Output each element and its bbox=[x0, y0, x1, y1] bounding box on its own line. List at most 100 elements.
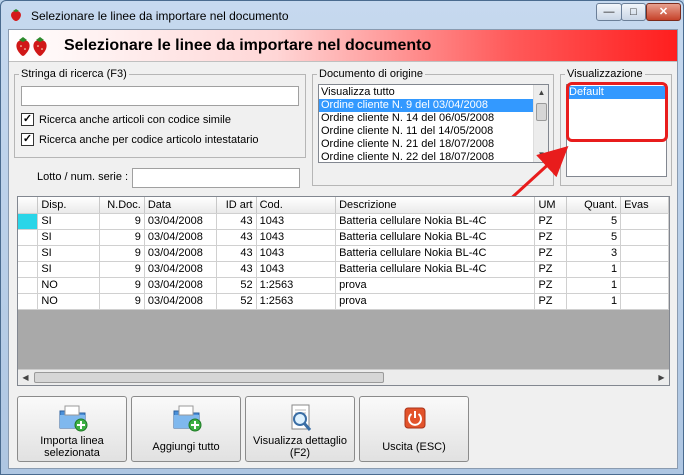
table-cell: 52 bbox=[216, 277, 257, 294]
scroll-left-icon[interactable]: ◀ bbox=[18, 370, 33, 385]
column-header[interactable]: ID art bbox=[216, 197, 257, 214]
lines-table: Disp. N.Doc. Data ID art Cod. Descrizione UM Qu… bbox=[18, 197, 669, 310]
origin-list-item[interactable]: Ordine cliente N. 22 del 18/07/2008 bbox=[319, 151, 548, 162]
table-cell: 5 bbox=[566, 229, 622, 246]
origin-document-list[interactable]: Visualizza tutto Ordine cliente N. 9 del … bbox=[318, 84, 549, 163]
close-icon: ✕ bbox=[658, 6, 669, 18]
row-indicator bbox=[18, 229, 39, 246]
table-cell: 43 bbox=[216, 229, 257, 246]
search-input[interactable] bbox=[21, 86, 299, 106]
table-cell: 52 bbox=[216, 293, 257, 310]
table-cell: 9 bbox=[99, 229, 145, 246]
scroll-right-icon[interactable]: ▶ bbox=[654, 370, 669, 385]
column-header[interactable]: UM bbox=[534, 197, 568, 214]
table-cell: 03/04/2008 bbox=[144, 229, 217, 246]
table-cell: SI bbox=[37, 229, 100, 246]
strawberry-icon bbox=[11, 9, 21, 21]
dialog-body: Selezionare le linee da importare nel do… bbox=[8, 29, 678, 469]
origin-document-label: Documento di origine bbox=[319, 68, 423, 80]
table-cell: 43 bbox=[216, 261, 257, 278]
table-cell: 43 bbox=[216, 245, 257, 262]
lines-grid[interactable]: Disp. N.Doc. Data ID art Cod. Descrizione UM Qu… bbox=[17, 196, 670, 386]
table-cell: 1043 bbox=[256, 245, 337, 262]
main-window: Selezionare le linee da importare nel do… bbox=[0, 0, 684, 475]
grid-horizontal-scrollbar[interactable]: ◀ ▶ bbox=[18, 369, 669, 385]
table-cell: 9 bbox=[99, 261, 145, 278]
minimize-icon: — bbox=[603, 6, 615, 18]
exit-label: Uscita (ESC) bbox=[382, 441, 446, 453]
table-cell bbox=[620, 261, 669, 278]
holder-code-checkbox[interactable]: ✓ bbox=[21, 133, 34, 146]
holder-code-option[interactable]: ✓ Ricerca anche per codice articolo inte… bbox=[21, 133, 259, 146]
table-cell: prova bbox=[335, 293, 536, 310]
holder-code-label: Ricerca anche per codice articolo intest… bbox=[39, 133, 259, 146]
close-button[interactable]: ✕ bbox=[646, 3, 681, 21]
column-header[interactable] bbox=[18, 197, 39, 214]
table-cell bbox=[620, 277, 669, 294]
table-cell: 9 bbox=[99, 213, 145, 230]
table-cell: PZ bbox=[534, 245, 568, 262]
table-cell: PZ bbox=[534, 277, 568, 294]
table-cell: Batteria cellulare Nokia BL-4C bbox=[335, 245, 536, 262]
scroll-down-icon[interactable]: ▼ bbox=[534, 147, 548, 162]
magnifier-document-icon bbox=[291, 404, 312, 431]
add-all-button[interactable]: Aggiungi tutto bbox=[131, 396, 241, 462]
table-cell bbox=[620, 293, 669, 310]
scroll-thumb[interactable] bbox=[536, 103, 547, 121]
table-cell: 1:2563 bbox=[256, 277, 337, 294]
table-cell: PZ bbox=[534, 261, 568, 278]
origin-list-scrollbar[interactable]: ▲ ▼ bbox=[533, 85, 548, 162]
maximize-button[interactable]: □ bbox=[621, 3, 646, 21]
table-cell: 1:2563 bbox=[256, 293, 337, 310]
table-row[interactable]: SI 9 03/04/2008 43 1043 Batteria cellulare No… bbox=[18, 229, 669, 246]
origin-list-item[interactable]: Ordine cliente N. 9 del 03/04/2008 bbox=[319, 99, 548, 112]
table-cell: 1043 bbox=[256, 261, 337, 278]
origin-list-item[interactable]: Ordine cliente N. 14 del 06/05/2008 bbox=[319, 112, 548, 125]
table-cell: prova bbox=[335, 277, 536, 294]
table-row[interactable]: NO 9 03/04/2008 52 1:2563 prova PZ 1 bbox=[18, 293, 669, 310]
table-cell: 03/04/2008 bbox=[144, 261, 217, 278]
folder-add-icon bbox=[59, 405, 88, 432]
table-cell: 03/04/2008 bbox=[144, 245, 217, 262]
import-selected-label: Importa linea selezionata bbox=[40, 435, 104, 459]
origin-list-item[interactable]: Ordine cliente N. 11 del 14/05/2008 bbox=[319, 125, 548, 138]
view-detail-button[interactable]: Visualizza dettaglio (F2) bbox=[245, 396, 355, 462]
table-cell: 1043 bbox=[256, 229, 337, 246]
column-header[interactable]: Disp. bbox=[37, 197, 100, 214]
scroll-up-icon[interactable]: ▲ bbox=[534, 85, 548, 100]
column-header[interactable]: N.Doc. bbox=[99, 197, 145, 214]
origin-list-item[interactable]: Ordine cliente N. 21 del 18/07/2008 bbox=[319, 138, 548, 151]
table-cell: NO bbox=[37, 277, 100, 294]
lot-input[interactable] bbox=[132, 168, 300, 188]
header-banner: Selezionare le linee da importare nel do… bbox=[9, 30, 677, 62]
table-cell bbox=[620, 229, 669, 246]
table-cell bbox=[620, 245, 669, 262]
scroll-thumb[interactable] bbox=[34, 372, 384, 383]
column-header[interactable]: Cod. bbox=[256, 197, 337, 214]
import-selected-button[interactable]: Importa linea selezionata bbox=[17, 396, 127, 462]
column-header[interactable]: Data bbox=[144, 197, 217, 214]
column-header[interactable]: Quant. bbox=[566, 197, 622, 214]
table-cell: SI bbox=[37, 245, 100, 262]
row-indicator bbox=[18, 213, 39, 230]
window-title: Selezionare le linee da importare nel do… bbox=[31, 9, 289, 23]
annotation-highlight bbox=[566, 82, 668, 142]
similar-code-checkbox[interactable]: ✓ bbox=[21, 113, 34, 126]
table-cell: 03/04/2008 bbox=[144, 293, 217, 310]
row-indicator bbox=[18, 245, 39, 262]
column-header[interactable]: Descrizione bbox=[335, 197, 536, 214]
lot-label: Lotto / num. serie : bbox=[37, 171, 129, 183]
minimize-button[interactable]: — bbox=[596, 3, 622, 21]
similar-code-option[interactable]: ✓ Ricerca anche articoli con codice simi… bbox=[21, 113, 231, 126]
table-cell: SI bbox=[37, 261, 100, 278]
table-cell: 03/04/2008 bbox=[144, 213, 217, 230]
exit-button[interactable]: Uscita (ESC) bbox=[359, 396, 469, 462]
table-row[interactable]: SI 9 03/04/2008 43 1043 Batteria cellulare No… bbox=[18, 261, 669, 278]
title-bar[interactable]: Selezionare le linee da importare nel do… bbox=[1, 1, 683, 29]
table-row[interactable]: SI 9 03/04/2008 43 1043 Batteria cellulare No… bbox=[18, 213, 669, 230]
table-cell: 1 bbox=[566, 293, 622, 310]
table-row[interactable]: SI 9 03/04/2008 43 1043 Batteria cellulare No… bbox=[18, 245, 669, 262]
origin-list-item[interactable]: Visualizza tutto bbox=[319, 86, 548, 99]
column-header[interactable]: Evas bbox=[620, 197, 669, 214]
table-row[interactable]: NO 9 03/04/2008 52 1:2563 prova PZ 1 bbox=[18, 277, 669, 294]
